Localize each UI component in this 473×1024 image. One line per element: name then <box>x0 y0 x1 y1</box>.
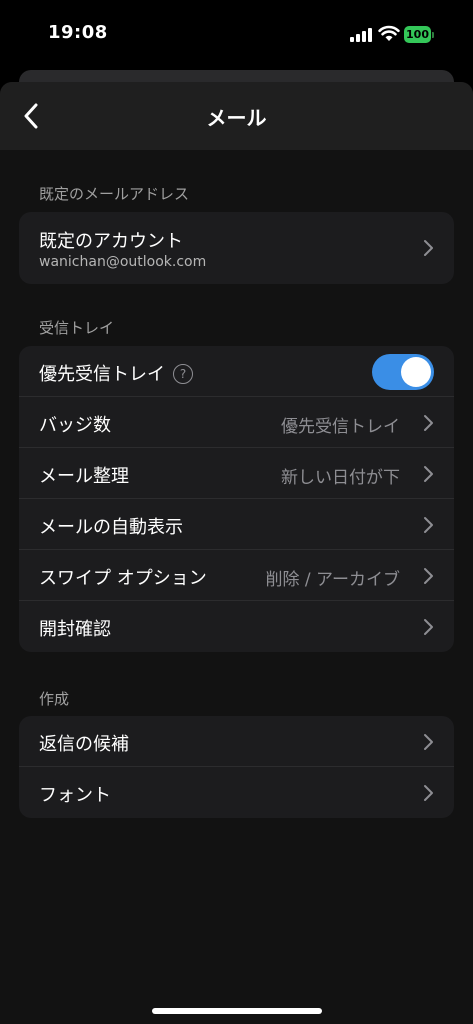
page-title: メール <box>206 106 267 130</box>
chevron-right-icon <box>424 568 433 584</box>
default-account-row[interactable]: 既定のアカウント wanichan@outlook.com <box>19 212 454 284</box>
cellular-signal-icon <box>350 28 374 42</box>
compose-group: 返信の候補 フォント <box>19 716 454 818</box>
default-address-group: 既定のアカウント wanichan@outlook.com <box>19 212 454 284</box>
default-account-label: 既定のアカウント <box>39 231 183 252</box>
status-bar: 19:08 100 <box>0 0 473 70</box>
section-header-compose: 作成 <box>39 690 70 708</box>
section-header-default-address: 既定のメールアドレス <box>39 185 190 203</box>
wifi-icon <box>378 25 400 41</box>
chevron-right-icon <box>424 415 433 431</box>
toggle-knob <box>401 357 431 387</box>
chevron-right-icon <box>424 734 433 750</box>
auto-display-label: メールの自動表示 <box>39 517 183 538</box>
battery-tip <box>432 32 434 38</box>
chevron-right-icon <box>424 785 433 801</box>
focused-inbox-label: 優先受信トレイ <box>39 364 165 385</box>
status-time: 19:08 <box>48 22 108 43</box>
badge-count-label: バッジ数 <box>39 415 111 436</box>
auto-display-row[interactable]: メールの自動表示 <box>19 499 454 550</box>
focused-inbox-label-wrap: 優先受信トレイ? <box>39 360 193 386</box>
organize-mail-value: 新しい日付が下 <box>281 468 400 488</box>
reply-suggestions-label: 返信の候補 <box>39 734 129 755</box>
font-row[interactable]: フォント <box>19 767 454 818</box>
font-label: フォント <box>39 785 111 806</box>
focused-inbox-toggle[interactable] <box>372 354 434 390</box>
section-header-inbox: 受信トレイ <box>39 319 115 337</box>
home-indicator[interactable] <box>152 1008 322 1014</box>
default-account-email: wanichan@outlook.com <box>39 254 207 270</box>
inbox-group: 優先受信トレイ? バッジ数 優先受信トレイ メール整理 新しい日付が下 メールの… <box>19 346 454 652</box>
settings-sheet: メール 既定のメールアドレス 既定のアカウント wanichan@outlook… <box>0 82 473 1024</box>
organize-mail-label: メール整理 <box>39 466 129 487</box>
navigation-bar: メール <box>0 82 473 150</box>
chevron-right-icon <box>424 466 433 482</box>
help-icon[interactable]: ? <box>173 364 193 384</box>
chevron-right-icon <box>424 619 433 635</box>
reply-suggestions-row[interactable]: 返信の候補 <box>19 716 454 767</box>
chevron-right-icon <box>424 240 433 256</box>
badge-count-value: 優先受信トレイ <box>281 417 400 437</box>
organize-mail-row[interactable]: メール整理 新しい日付が下 <box>19 448 454 499</box>
focused-inbox-row: 優先受信トレイ? <box>19 346 454 397</box>
chevron-right-icon <box>424 517 433 533</box>
read-receipt-label: 開封確認 <box>39 619 111 640</box>
read-receipt-row[interactable]: 開封確認 <box>19 601 454 652</box>
badge-count-row[interactable]: バッジ数 優先受信トレイ <box>19 397 454 448</box>
swipe-options-label: スワイプ オプション <box>39 568 207 589</box>
swipe-options-value: 削除 / アーカイブ <box>265 570 400 590</box>
battery-indicator: 100 <box>404 26 431 43</box>
swipe-options-row[interactable]: スワイプ オプション 削除 / アーカイブ <box>19 550 454 601</box>
